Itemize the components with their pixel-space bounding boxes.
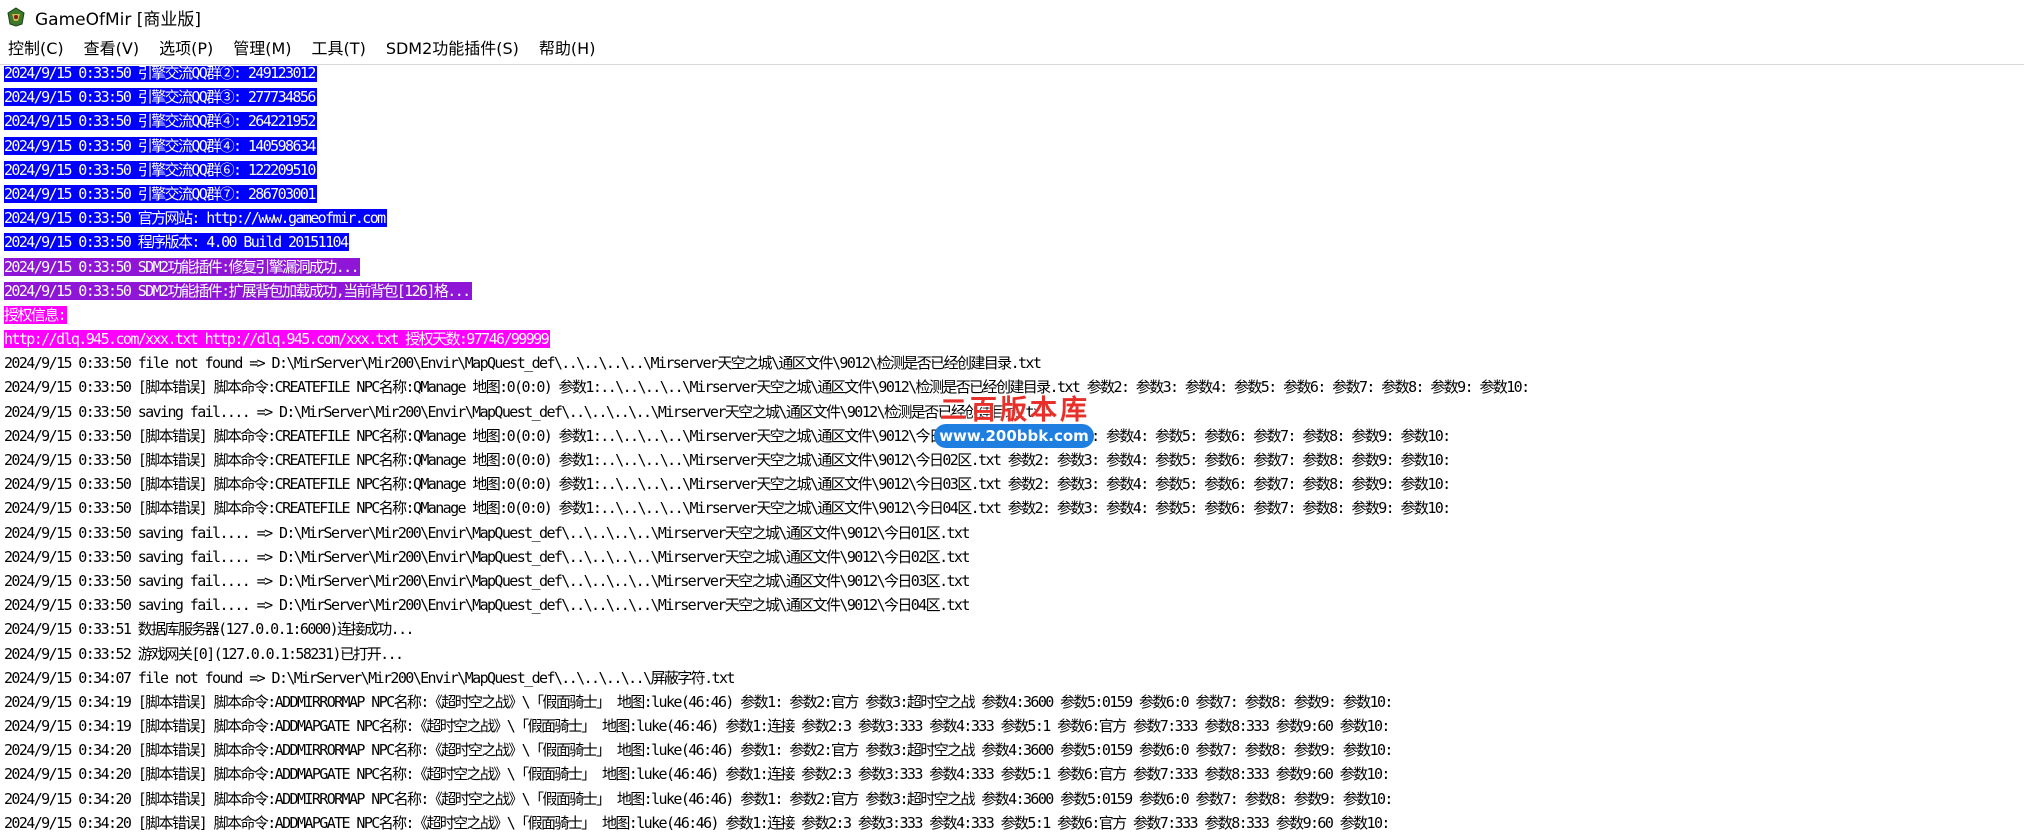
log-line: 2024/9/15 0:33:50 SDM2功能插件:修复引擎漏洞成功... (4, 255, 1529, 279)
menu-tools[interactable]: 工具(T) (302, 34, 376, 64)
log-line-text: 2024/9/15 0:33:50 [脚本错误] 脚本命令:CREATEFILE… (4, 499, 1451, 518)
log-line-text: 2024/9/15 0:33:50 程序版本: 4.00 Build 20151… (4, 233, 350, 252)
log-line: 2024/9/15 0:33:51 数据库服务器(127.0.0.1:6000)… (4, 617, 1529, 641)
log-line-text: 2024/9/15 0:34:07 file not found => D:\M… (4, 668, 735, 687)
log-line-text: 2024/9/15 0:34:20 [脚本错误] 脚本命令:ADDMAPGATE… (4, 765, 1390, 784)
menu-manage[interactable]: 管理(M) (223, 34, 301, 64)
app-icon (5, 6, 27, 28)
log-line-text: 2024/9/15 0:33:50 引擎交流QQ群④: 140598634 (4, 136, 317, 155)
log-line-text: 2024/9/15 0:33:50 saving fail.... => D:\… (4, 571, 970, 590)
menu-help[interactable]: 帮助(H) (529, 34, 606, 64)
log-line: 2024/9/15 0:34:20 [脚本错误] 脚本命令:ADDMIRRORM… (4, 787, 1529, 811)
log-line: 2024/9/15 0:34:20 [脚本错误] 脚本命令:ADDMAPGATE… (4, 762, 1529, 786)
title-bar[interactable]: GameOfMir [商业版] (0, 0, 2024, 34)
log-line: 2024/9/15 0:33:50 file not found => D:\M… (4, 351, 1529, 375)
log-line: 2024/9/15 0:33:50 程序版本: 4.00 Build 20151… (4, 230, 1529, 254)
log-line-text: 2024/9/15 0:33:50 [脚本错误] 脚本命令:CREATEFILE… (4, 475, 1451, 494)
log-line-text: 2024/9/15 0:34:20 [脚本错误] 脚本命令:ADDMIRRORM… (4, 741, 1393, 760)
log-line: 2024/9/15 0:33:50 saving fail.... => D:\… (4, 400, 1529, 424)
log-output[interactable]: 2024/9/15 0:33:50 引擎交流QQ群②: 249123012 202… (0, 66, 2024, 840)
log-line-text: 2024/9/15 0:33:50 引擎交流QQ群③: 277734856 (4, 88, 317, 107)
log-line-text: 2024/9/15 0:33:50 引擎交流QQ群④: 264221952 (4, 112, 317, 131)
log-line-text: 2024/9/15 0:33:50 saving fail.... => D:\… (4, 596, 970, 615)
log-line: 2024/9/15 0:33:50 saving fail.... => D:\… (4, 593, 1529, 617)
log-line: 2024/9/15 0:33:50 saving fail.... => D:\… (4, 569, 1529, 593)
menu-options[interactable]: 选项(P) (149, 34, 223, 64)
log-line: 2024/9/15 0:33:50 引擎交流QQ群⑦: 286703001 (4, 182, 1529, 206)
log-line-text: http://dlq.945.com/xxx.txt http://dlq.94… (4, 330, 551, 349)
log-line: 2024/9/15 0:33:50 [脚本错误] 脚本命令:CREATEFILE… (4, 472, 1529, 496)
log-line-text: 2024/9/15 0:34:19 [脚本错误] 脚本命令:ADDMAPGATE… (4, 717, 1390, 736)
log-line: 授权信息: (4, 303, 1529, 327)
log-line: 2024/9/15 0:34:20 [脚本错误] 脚本命令:ADDMAPGATE… (4, 811, 1529, 835)
log-line: 2024/9/15 0:33:50 [脚本错误] 脚本命令:CREATEFILE… (4, 424, 1529, 448)
log-line-text: 2024/9/15 0:33:50 引擎交流QQ群⑦: 286703001 (4, 184, 317, 203)
log-line: 2024/9/15 0:34:19 [脚本错误] 脚本命令:ADDMAPGATE… (4, 714, 1529, 738)
log-line-text: 2024/9/15 0:33:50 [脚本错误] 脚本命令:CREATEFILE… (4, 451, 1451, 469)
log-line-text: 2024/9/15 0:34:20 [脚本错误] 脚本命令:ADDMAPGATE… (4, 813, 1390, 832)
log-line: 2024/9/15 0:33:50 引擎交流QQ群⑥: 122209510 (4, 158, 1529, 182)
log-line: 2024/9/15 0:33:50 SDM2功能插件:扩展背包加载成功,当前背包… (4, 279, 1529, 303)
log-line: 2024/9/15 0:33:50 引擎交流QQ群④: 264221952 (4, 109, 1529, 133)
log-line: 2024/9/15 0:33:50 引擎交流QQ群③: 277734856 (4, 85, 1529, 109)
log-line: 2024/9/15 0:34:07 file not found => D:\M… (4, 666, 1529, 690)
log-line-text: 2024/9/15 0:33:50 [脚本错误] 脚本命令:CREATEFILE… (4, 378, 1530, 397)
log-line-text: 2024/9/15 0:34:20 [脚本错误] 脚本命令:ADDMIRRORM… (4, 789, 1393, 808)
log-line: 2024/9/15 0:33:50 saving fail.... => D:\… (4, 521, 1529, 545)
menu-bar: 控制(C) 查看(V) 选项(P) 管理(M) 工具(T) SDM2功能插件(S… (0, 34, 2024, 65)
log-line: 2024/9/15 0:33:50 引擎交流QQ群②: 249123012 (4, 66, 1529, 85)
log-line: 2024/9/15 0:33:52 游戏网关[0](127.0.0.1:5823… (4, 642, 1529, 666)
log-line-text: 2024/9/15 0:33:50 saving fail.... => D:\… (4, 547, 970, 566)
log-line-text: 2024/9/15 0:33:52 游戏网关[0](127.0.0.1:5823… (4, 644, 404, 663)
window-title: GameOfMir [商业版] (35, 9, 202, 30)
log-line-text: 2024/9/15 0:33:50 官方网站: http://www.gameo… (4, 209, 387, 228)
log-line: 2024/9/15 0:33:50 [脚本错误] 脚本命令:CREATEFILE… (4, 375, 1530, 399)
log-line-text: 2024/9/15 0:33:50 [脚本错误] 脚本命令:CREATEFILE… (4, 426, 1451, 445)
log-line: 2024/9/15 0:34:19 [脚本错误] 脚本命令:ADDMIRRORM… (4, 690, 1529, 714)
log-line: http://dlq.945.com/xxx.txt http://dlq.94… (4, 327, 1529, 351)
menu-sdm2-plugin[interactable]: SDM2功能插件(S) (376, 34, 529, 64)
log-line-text: 2024/9/15 0:33:50 file not found => D:\M… (4, 354, 1042, 373)
log-line: 2024/9/15 0:33:50 引擎交流QQ群④: 140598634 (4, 134, 1529, 158)
log-lines: 2024/9/15 0:33:50 引擎交流QQ群②: 249123012 202… (4, 66, 1530, 835)
log-line-text: 2024/9/15 0:33:50 引擎交流QQ群⑥: 122209510 (4, 160, 317, 179)
log-line-text: 授权信息: (4, 305, 68, 324)
log-line-text: 2024/9/15 0:33:50 SDM2功能插件:修复引擎漏洞成功... (4, 257, 361, 276)
menu-view[interactable]: 查看(V) (74, 34, 149, 64)
log-line-text: 2024/9/15 0:33:50 saving fail.... => D:\… (4, 523, 970, 542)
log-line: 2024/9/15 0:33:50 saving fail.... => D:\… (4, 545, 1529, 569)
menu-control[interactable]: 控制(C) (0, 34, 74, 64)
log-line: 2024/9/15 0:33:50 [脚本错误] 脚本命令:CREATEFILE… (4, 496, 1529, 520)
log-line: 2024/9/15 0:34:20 [脚本错误] 脚本命令:ADDMIRRORM… (4, 738, 1529, 762)
log-line-text: 2024/9/15 0:33:50 saving fail.... => D:\… (4, 402, 1049, 421)
log-line: 2024/9/15 0:33:50 [脚本错误] 脚本命令:CREATEFILE… (4, 448, 1529, 472)
log-line-text: 2024/9/15 0:33:50 SDM2功能插件:扩展背包加载成功,当前背包… (4, 281, 472, 300)
log-line: 2024/9/15 0:33:50 官方网站: http://www.gameo… (4, 206, 1529, 230)
log-line-text: 2024/9/15 0:33:51 数据库服务器(127.0.0.1:6000)… (4, 620, 415, 639)
log-line-text: 2024/9/15 0:33:50 引擎交流QQ群②: 249123012 (4, 66, 317, 82)
log-line-text: 2024/9/15 0:34:19 [脚本错误] 脚本命令:ADDMIRRORM… (4, 692, 1393, 711)
